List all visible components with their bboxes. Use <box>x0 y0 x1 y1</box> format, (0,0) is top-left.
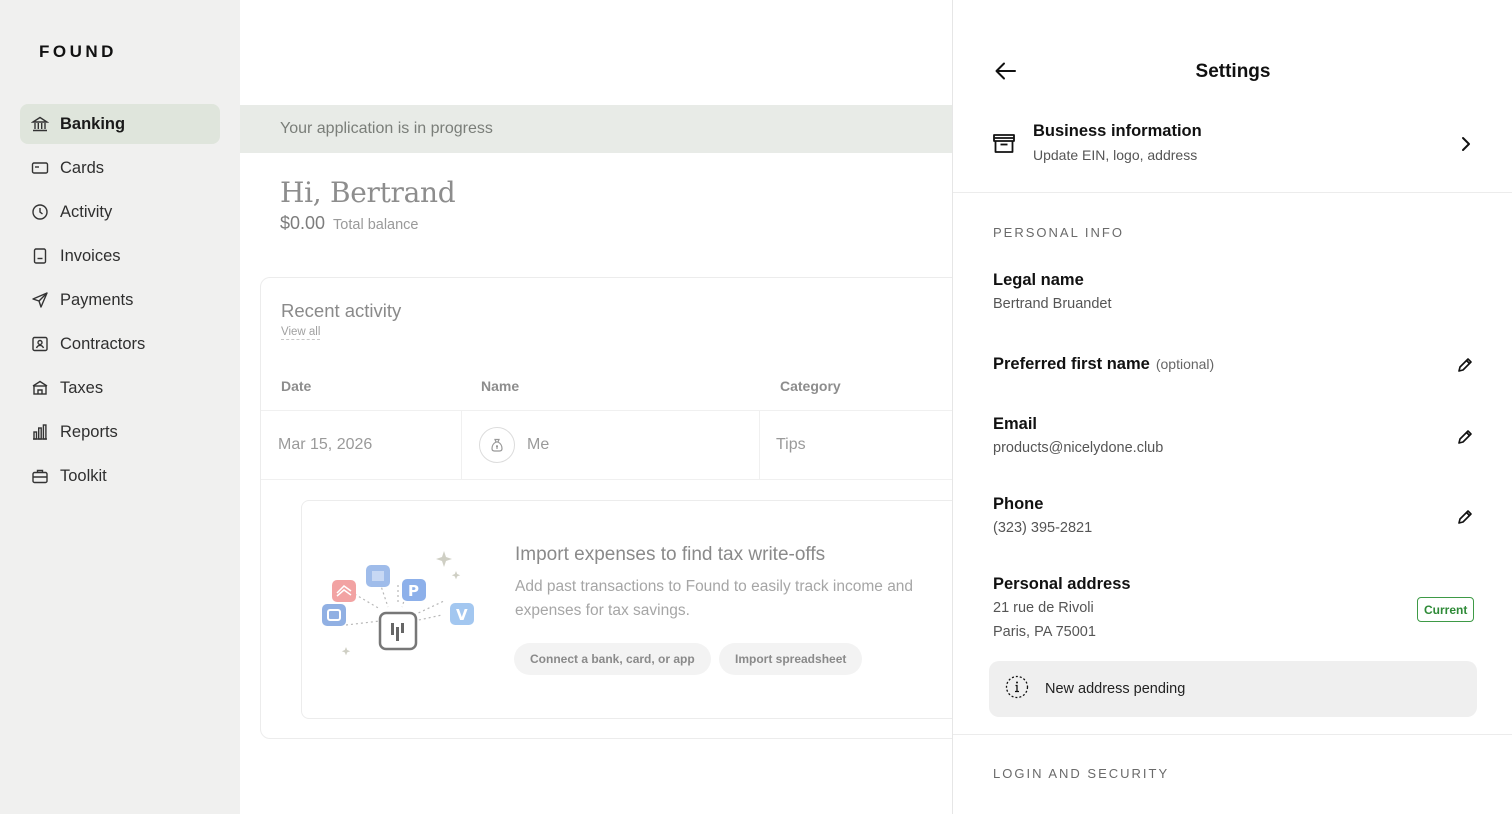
balance: $0.00 Total balance <box>280 213 419 234</box>
personal-info-heading: PERSONAL INFO <box>993 225 1124 240</box>
personal-address-label: Personal address <box>993 575 1131 593</box>
sidebar-item-taxes[interactable]: Taxes <box>20 368 220 408</box>
sidebar-item-label: Taxes <box>60 378 104 397</box>
sidebar-item-label: Reports <box>60 422 118 441</box>
column-divider <box>759 411 760 479</box>
sidebar-item-label: Invoices <box>60 246 121 265</box>
import-spreadsheet-button[interactable]: Import spreadsheet <box>719 643 863 675</box>
import-description: Add past transactions to Found to easily… <box>515 578 914 619</box>
svg-text:P: P <box>408 582 419 600</box>
sidebar-item-reports[interactable]: Reports <box>20 412 220 452</box>
sidebar-item-contractors[interactable]: Contractors <box>20 324 220 364</box>
row-name: Me <box>527 436 550 453</box>
application-banner[interactable]: Your application is in progress <box>240 105 952 153</box>
svg-text:V: V <box>456 606 468 624</box>
sidebar-item-toolkit[interactable]: Toolkit <box>20 456 220 496</box>
sidebar-item-cards[interactable]: Cards <box>20 148 220 188</box>
login-security-heading: LOGIN AND SECURITY <box>993 766 1170 781</box>
taxes-icon <box>31 379 49 397</box>
main-content: Your application is in progress Hi, Bert… <box>240 0 952 814</box>
column-header-date[interactable]: Date <box>281 378 311 394</box>
briefcase-icon <box>31 467 49 485</box>
sidebar-item-label: Banking <box>60 114 126 133</box>
sidebar-item-label: Activity <box>60 202 113 221</box>
bank-icon <box>31 115 49 133</box>
recent-activity-title: Recent activity <box>281 300 402 321</box>
sidebar-item-invoices[interactable]: Invoices <box>20 236 220 276</box>
column-header-name[interactable]: Name <box>481 378 519 394</box>
phone-label: Phone <box>993 495 1044 513</box>
business-information-row[interactable]: Business information Update EIN, logo, a… <box>953 106 1512 193</box>
table-row[interactable]: Mar 15, 2026 Me Tips <box>261 410 952 480</box>
card-icon <box>31 159 49 177</box>
balance-amount: $0.00 <box>280 213 326 233</box>
view-all-link[interactable]: View all <box>281 326 321 340</box>
sidebar-item-banking[interactable]: Banking <box>20 104 220 144</box>
row-category: Tips <box>776 436 806 453</box>
sidebar-item-label: Toolkit <box>60 466 107 485</box>
preferred-name-text: Preferred first name <box>993 355 1150 373</box>
send-icon <box>31 291 49 309</box>
connect-account-button[interactable]: Connect a bank, card, or app <box>514 643 711 675</box>
greeting: Hi, Bertrand <box>280 176 456 209</box>
legal-name-value: Bertrand Bruandet <box>993 296 1112 312</box>
clock-icon <box>31 203 49 221</box>
contractor-icon <box>31 335 49 353</box>
row-name-cell: Me <box>479 411 549 479</box>
sidebar-item-label: Cards <box>60 158 105 177</box>
address-line2: Paris, PA 75001 <box>993 624 1096 640</box>
phone-value: (323) 395-2821 <box>993 520 1093 536</box>
sidebar-item-label: Contractors <box>60 334 146 353</box>
optional-label: (optional) <box>1155 356 1215 372</box>
sidebar-nav: Banking Cards Activity Invoices Payments <box>20 104 220 500</box>
balance-label: Total balance <box>333 217 419 233</box>
info-icon <box>1005 675 1029 704</box>
pending-text: New address pending <box>1045 681 1186 697</box>
current-address-badge: Current <box>1417 597 1475 622</box>
settings-title: Settings <box>1195 61 1271 82</box>
sidebar-item-label: Payments <box>60 290 134 309</box>
column-header-category[interactable]: Category <box>780 378 841 394</box>
recent-activity-card: Recent activity View all Date Name Categ… <box>260 277 952 739</box>
import-illustration-icon: P V <box>322 551 474 656</box>
import-expenses-card: P V Import expenses to find tax write-of… <box>301 500 952 719</box>
address-line1: 21 rue de Rivoli <box>993 600 1094 616</box>
section-divider <box>953 734 1512 735</box>
email-label: Email <box>993 415 1038 433</box>
edit-phone-pencil-icon[interactable] <box>1455 507 1475 527</box>
chevron-right-icon <box>1457 134 1475 159</box>
edit-preferred-name-pencil-icon[interactable] <box>1455 355 1475 375</box>
import-title: Import expenses to find tax write-offs <box>515 544 826 565</box>
bar-chart-icon <box>31 423 49 441</box>
legal-name-label: Legal name <box>993 271 1084 289</box>
edit-email-pencil-icon[interactable] <box>1455 427 1475 447</box>
email-value: products@nicelydone.club <box>993 440 1164 456</box>
money-bag-icon <box>479 427 515 463</box>
storefront-icon <box>991 130 1017 161</box>
invoice-icon <box>31 247 49 265</box>
new-address-pending-notice[interactable]: New address pending <box>989 661 1477 717</box>
business-info-subtitle: Update EIN, logo, address <box>1033 147 1198 163</box>
preferred-name-label: Preferred first name (optional) <box>993 355 1214 374</box>
sidebar-item-payments[interactable]: Payments <box>20 280 220 320</box>
sidebar-item-activity[interactable]: Activity <box>20 192 220 232</box>
settings-panel: Settings Business information Update EIN… <box>952 0 1512 814</box>
row-date: Mar 15, 2026 <box>278 436 373 453</box>
sidebar: FOUND Banking Cards Activity Invoices Pa… <box>0 0 240 814</box>
app-logo[interactable]: FOUND <box>39 42 117 62</box>
column-divider <box>461 411 462 479</box>
business-info-title: Business information <box>1033 122 1202 140</box>
